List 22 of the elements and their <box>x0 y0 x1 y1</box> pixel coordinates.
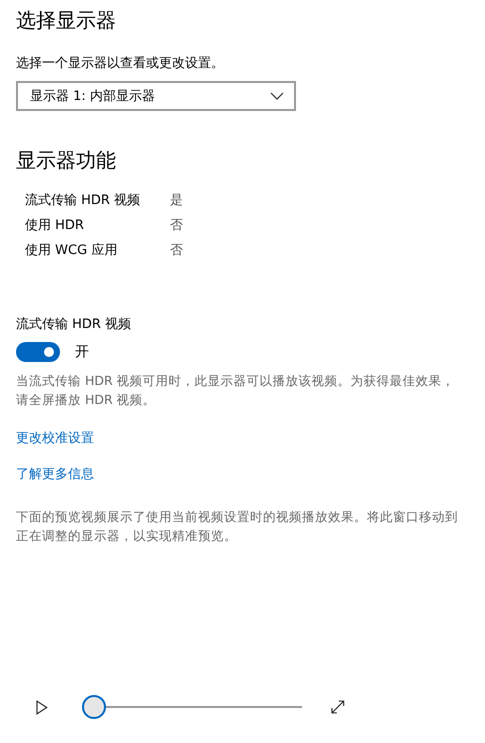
capability-value: 否 <box>170 242 183 259</box>
select-prompt: 选择一个显示器以查看或更改设置。 <box>16 55 224 72</box>
capability-value: 否 <box>170 217 183 234</box>
link[interactable]: 了解更多信息 <box>16 465 94 483</box>
capability-value: 是 <box>170 192 183 209</box>
display-dropdown[interactable]: 显示器 1: 内部显示器 <box>16 81 296 111</box>
capability-label: 使用 WCG 应用 <box>25 242 118 259</box>
slider-thumb[interactable] <box>82 695 106 719</box>
preview-note: 下面的预览视频展示了使用当前视频设置时的视频播放效果。将此窗口移动到正在调整的显示器，以实现精准预览。 <box>16 508 459 545</box>
capability-label: 流式传输 HDR 视频 <box>25 192 142 209</box>
description-text: 当流式传输 HDR 视频可用时，此显示器可以播放该视频。为获得最佳效果，请全屏播放 HDR 视频。 <box>16 372 456 409</box>
fullscreen-icon[interactable] <box>330 699 346 715</box>
setting-label: 流式传输 HDR 视频 <box>16 316 132 333</box>
play-icon[interactable] <box>36 700 48 714</box>
chevron-down-icon <box>270 92 284 100</box>
seek-slider[interactable] <box>82 695 302 719</box>
toggle-state: 开 <box>75 343 89 361</box>
page-title: 选择显示器 <box>16 7 116 34</box>
toggle-switch[interactable] <box>16 342 60 362</box>
section-heading: 显示器功能 <box>16 147 116 174</box>
capability-label: 使用 HDR <box>25 217 85 234</box>
link[interactable]: 更改校准设置 <box>16 429 94 447</box>
